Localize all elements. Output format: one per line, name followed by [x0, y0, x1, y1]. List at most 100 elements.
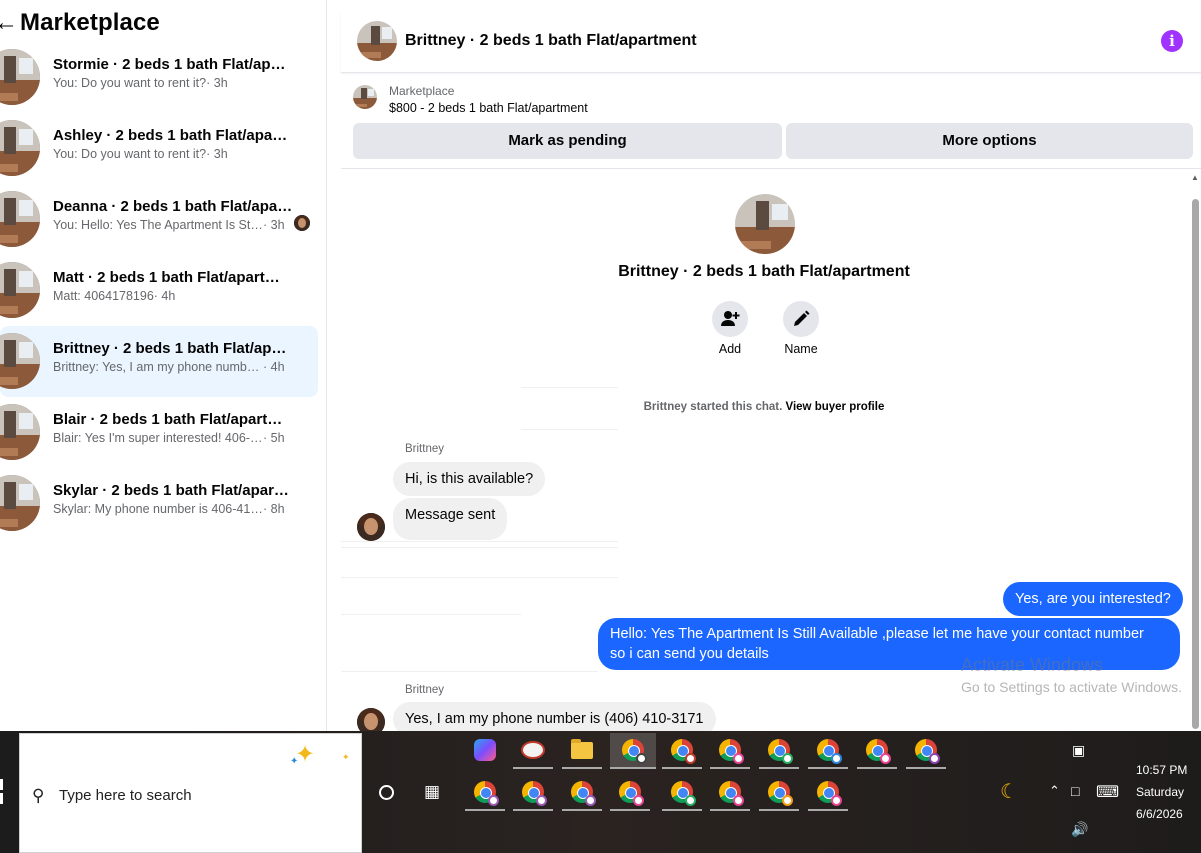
chrome-icon[interactable] [906, 733, 946, 769]
copilot-icon[interactable] [465, 733, 505, 769]
listing-thumbnail [0, 333, 40, 389]
conversation-name: Deanna · 2 beds 1 bath Flat/apar... [53, 198, 293, 215]
conversation-name: Skylar · 2 beds 1 bath Flat/apartme... [53, 482, 293, 499]
taskbar-search-box[interactable]: ⚲ Type here to search ✦ ✦ ✦ [19, 733, 362, 853]
clock-time[interactable]: 10:57 PM [1136, 763, 1187, 777]
scroll-up-icon[interactable]: ▲ [1191, 173, 1199, 182]
divider [521, 387, 618, 388]
sidebar-header: ← Marketplace [0, 6, 160, 40]
scrollbar-thumb[interactable] [1192, 199, 1199, 729]
conversation-name: Brittney · 2 beds 1 bath Flat/apart... [53, 340, 293, 357]
cortana-icon[interactable] [379, 785, 394, 800]
sidebar-title: Marketplace [20, 9, 160, 36]
add-label: Add [718, 342, 742, 356]
conversation-item[interactable]: Ashley · 2 beds 1 bath Flat/apartm... Yo… [0, 113, 318, 184]
add-action[interactable]: Add [700, 301, 760, 356]
arrow-left-icon[interactable]: ← [0, 8, 18, 38]
chrome-icon[interactable] [610, 733, 656, 769]
listing-thumbnail [0, 120, 40, 176]
sparkle-small-icon: ✦ [290, 756, 299, 767]
mark-as-pending-button[interactable]: Mark as pending [353, 123, 782, 159]
chrome-icon[interactable] [808, 775, 848, 811]
chevron-up-icon[interactable]: ⌃ [1049, 783, 1060, 799]
chrome-icon[interactable] [857, 733, 897, 769]
sender-name: Brittney [405, 443, 444, 455]
conversation-item[interactable]: Skylar · 2 beds 1 bath Flat/apartme... S… [0, 468, 318, 539]
sender-avatar[interactable] [357, 513, 385, 541]
paint-icon[interactable] [513, 733, 553, 769]
search-icon: ⚲ [32, 786, 45, 805]
clock-day[interactable]: Saturday [1136, 785, 1184, 799]
chrome-icon[interactable] [662, 775, 702, 811]
conversation-snippet: You: Hello: Yes The Apartment Is Sti... ·… [53, 218, 285, 232]
incoming-message[interactable]: Message sent [393, 498, 508, 540]
info-icon[interactable]: i [1161, 30, 1183, 52]
keyboard-icon[interactable]: ⌨ [1096, 782, 1119, 802]
add-person-icon[interactable] [712, 301, 748, 337]
conversation-item-active[interactable]: Brittney · 2 beds 1 bath Flat/apart... B… [0, 326, 318, 397]
listing-source: Marketplace [389, 84, 455, 98]
sender-avatar[interactable] [357, 708, 385, 731]
conversation-snippet: Skylar: My phone number is 406-417-... · … [53, 502, 285, 516]
chrome-icon[interactable] [710, 733, 750, 769]
chat-panel: Brittney · 2 beds 1 bath Flat/apartment … [341, 9, 1201, 731]
conversation-item[interactable]: Blair · 2 beds 1 bath Flat/apartment Bla… [0, 397, 318, 468]
meet-now-icon[interactable]: ▣ [1072, 742, 1085, 759]
view-buyer-profile-link[interactable]: View buyer profile [786, 401, 885, 413]
listing-price-title[interactable]: $800 - 2 beds 1 bath Flat/apartment [389, 101, 588, 115]
conversation-snippet: Blair: Yes I'm super interested! 406-66.… [53, 431, 285, 445]
activate-windows-hint: Go to Settings to activate Windows. [961, 679, 1182, 695]
listing-thumbnail [0, 475, 40, 531]
divider [341, 577, 618, 578]
divider [341, 547, 618, 548]
chrome-icon[interactable] [662, 733, 702, 769]
volume-icon[interactable]: 🔊 [1071, 821, 1088, 838]
chrome-icon[interactable] [513, 775, 553, 811]
incoming-message[interactable]: Hi, is this available? [393, 462, 546, 496]
clock-date[interactable]: 6/6/2026 [1136, 807, 1183, 821]
chrome-icon[interactable] [562, 775, 602, 811]
conversation-name: Stormie · 2 beds 1 bath Flat/apart... [53, 56, 293, 73]
pencil-icon[interactable] [783, 301, 819, 337]
sparkle-small-icon: ✦ [342, 752, 350, 762]
chrome-icon[interactable] [808, 733, 848, 769]
file-explorer-icon[interactable] [562, 733, 602, 769]
divider [341, 614, 521, 615]
conversation-snippet: Matt: 4064178196· 4h [53, 289, 176, 303]
divider [341, 541, 618, 542]
network-icon[interactable]: □ [1071, 783, 1079, 799]
more-options-button[interactable]: More options [786, 123, 1193, 159]
incoming-message[interactable]: Yes, I am my phone number is (406) 410-3… [393, 702, 716, 731]
conversation-snippet: You: Do you want to rent it?· 3h [53, 76, 228, 90]
chrome-icon[interactable] [759, 775, 799, 811]
chrome-icon[interactable] [759, 733, 799, 769]
listing-thumbnail [0, 191, 40, 247]
windows-start-icon[interactable] [0, 779, 8, 805]
listing-bar: Marketplace $800 - 2 beds 1 bath Flat/ap… [341, 74, 1201, 169]
chat-title[interactable]: Brittney · 2 beds 1 bath Flat/apartment [405, 32, 697, 50]
listing-thumbnail[interactable] [353, 85, 377, 109]
intro-avatar [735, 194, 795, 254]
read-receipt-avatar [294, 215, 310, 231]
chat-avatar[interactable] [357, 21, 397, 61]
listing-thumbnail [0, 49, 40, 105]
chrome-icon[interactable] [610, 775, 650, 811]
weather-moon-icon[interactable]: ☾ [1000, 779, 1018, 804]
conversation-name: Matt · 2 beds 1 bath Flat/apartment [53, 269, 293, 286]
outgoing-message[interactable]: Yes, are you interested? [1003, 582, 1183, 616]
windows-taskbar: ⚲ Type here to search ✦ ✦ ✦ ▦ ▣ ☾ ⌃ □ ⌨ … [0, 731, 1201, 853]
conversation-snippet: Brittney: Yes, I am my phone number i...… [53, 360, 285, 374]
listing-thumbnail [0, 404, 40, 460]
chat-header: Brittney · 2 beds 1 bath Flat/apartment … [341, 9, 1201, 73]
name-label: Name [784, 342, 818, 356]
scrollbar[interactable]: ▲ [1189, 171, 1201, 731]
conversation-item[interactable]: Deanna · 2 beds 1 bath Flat/apar... You:… [0, 184, 318, 255]
conversation-list: Stormie · 2 beds 1 bath Flat/apart... Yo… [0, 42, 320, 539]
name-action[interactable]: Name [771, 301, 831, 356]
task-view-icon[interactable]: ▦ [424, 782, 440, 802]
conversation-item[interactable]: Matt · 2 beds 1 bath Flat/apartment Matt… [0, 255, 318, 326]
conversation-item[interactable]: Stormie · 2 beds 1 bath Flat/apart... Yo… [0, 42, 318, 113]
conversation-name: Ashley · 2 beds 1 bath Flat/apartm... [53, 127, 293, 144]
chrome-icon[interactable] [710, 775, 750, 811]
chrome-icon[interactable] [465, 775, 505, 811]
